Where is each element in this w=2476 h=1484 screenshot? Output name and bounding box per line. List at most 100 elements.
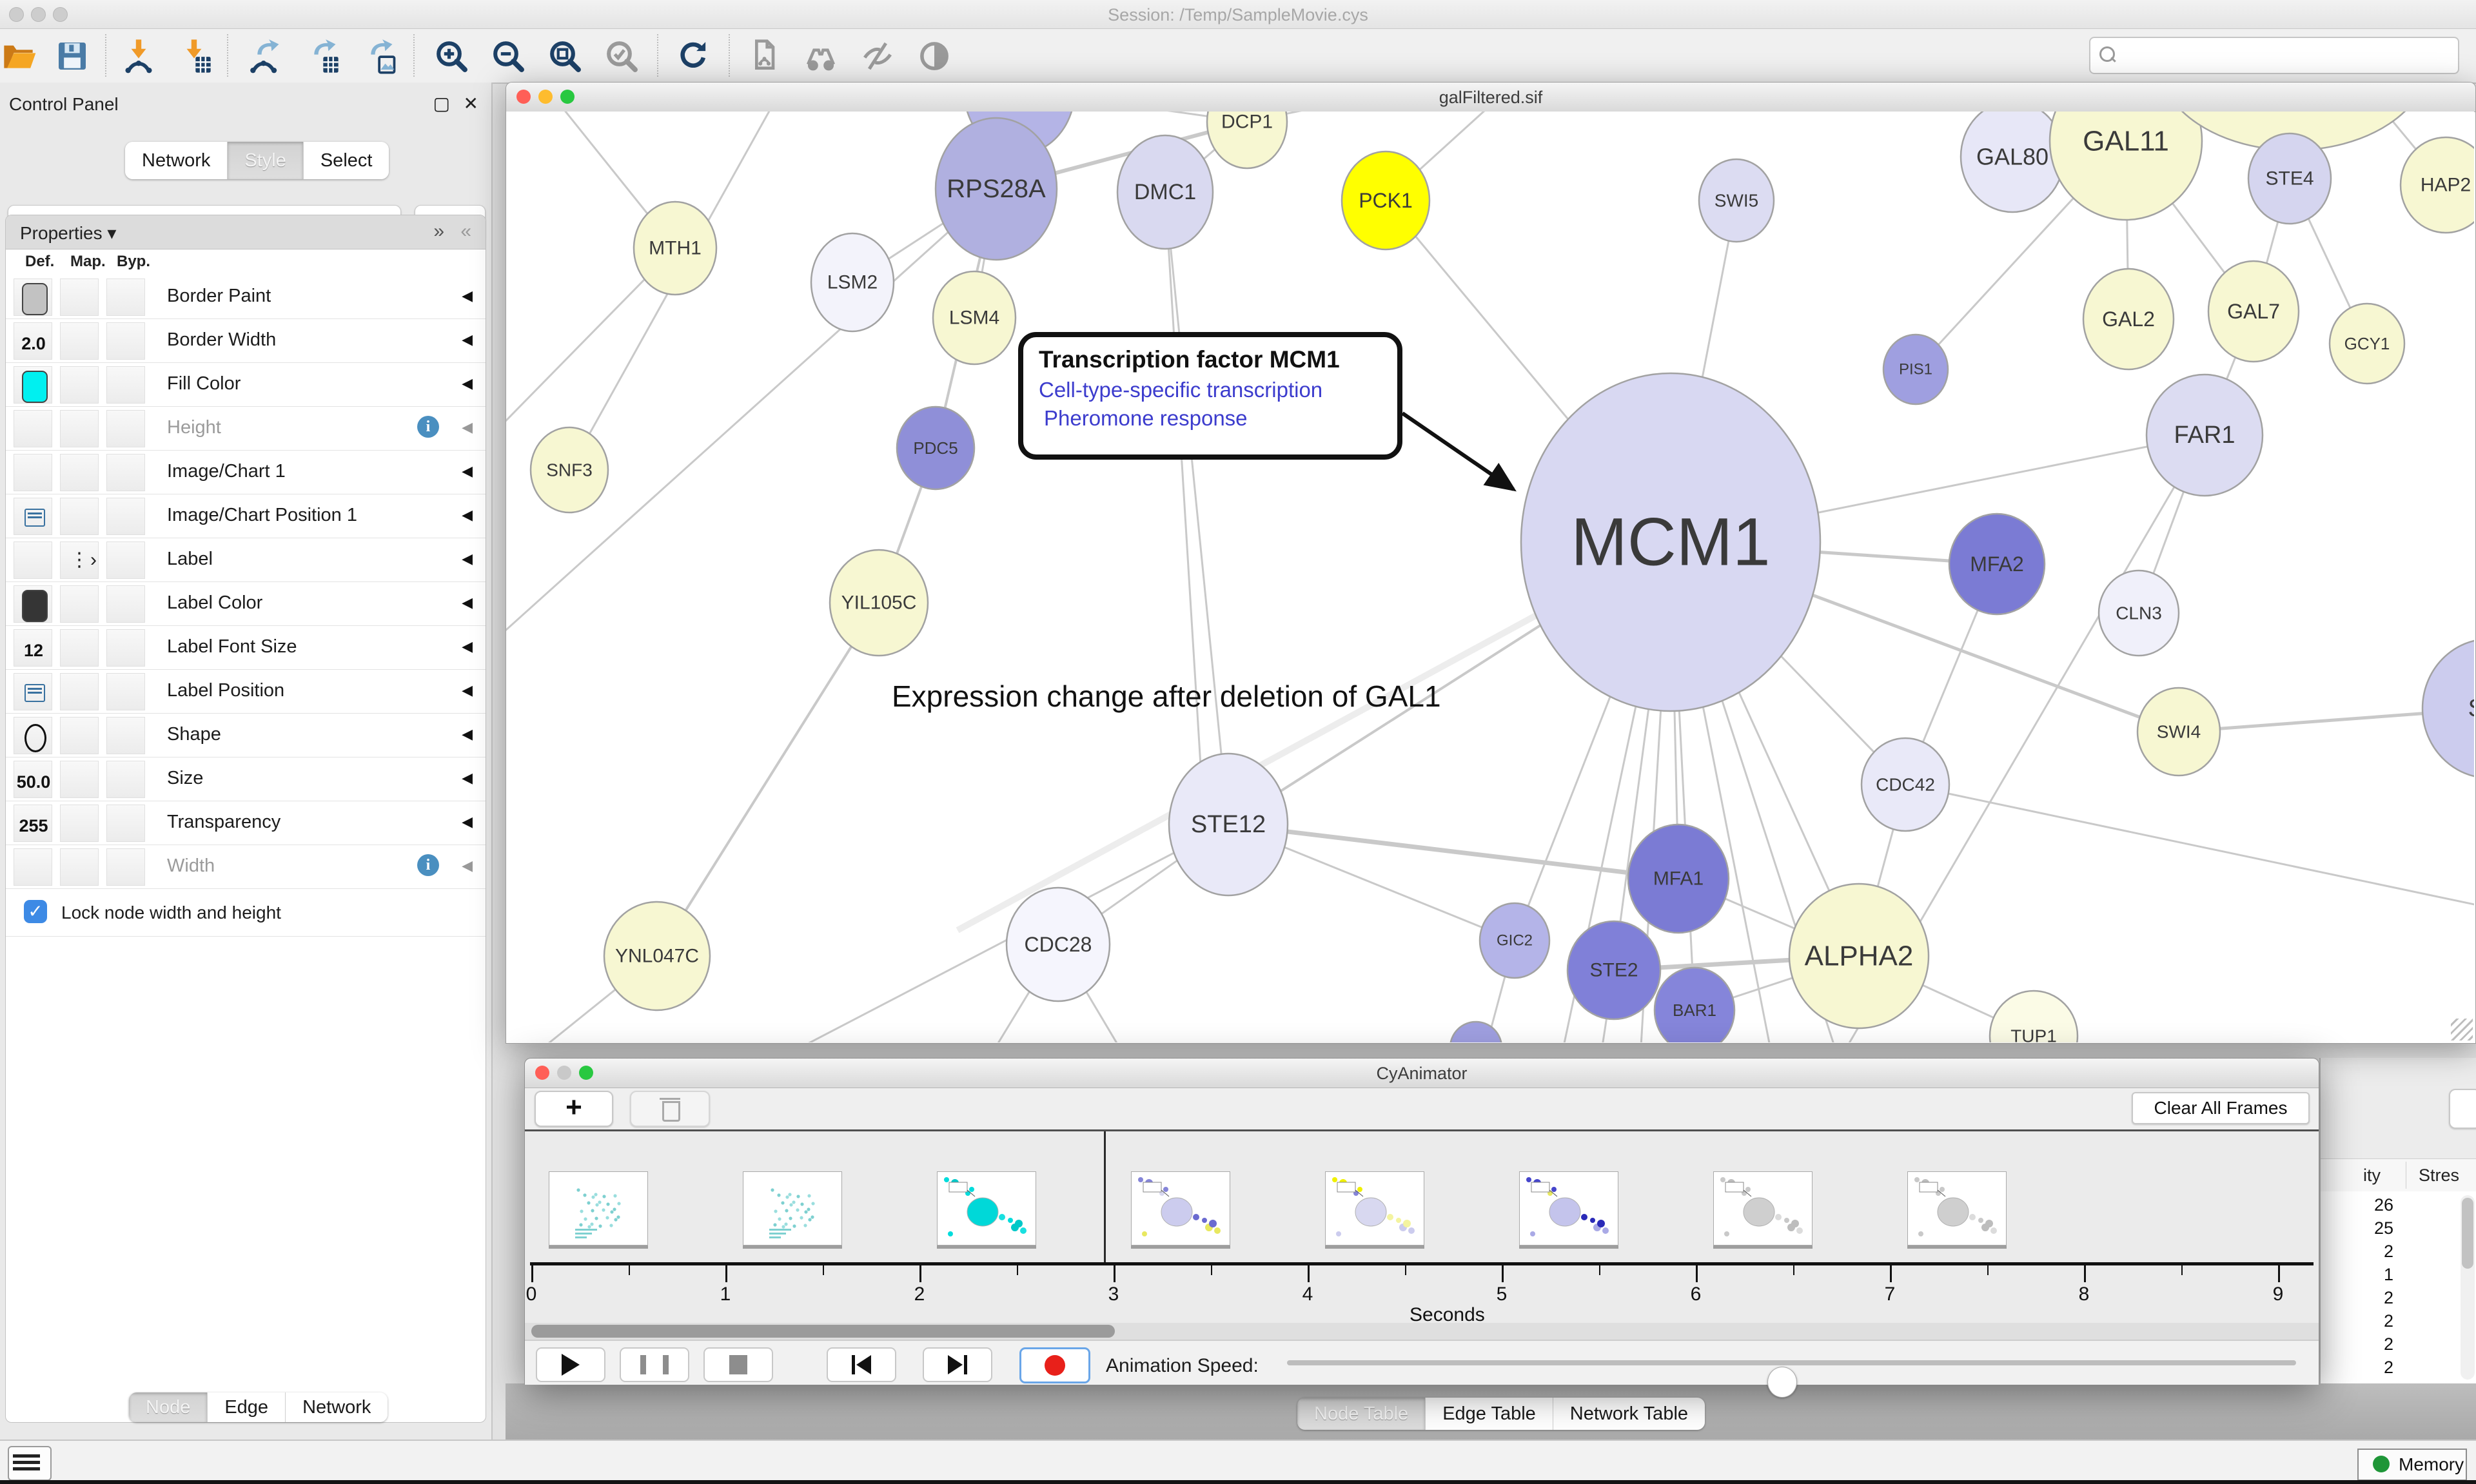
node-TUP1[interactable]: TUP1 [1990,991,2078,1042]
pause-button[interactable] [620,1347,689,1382]
frame-thumbnail-4s[interactable] [1325,1171,1424,1245]
bypass-cell[interactable] [106,848,145,886]
lock-dimensions-checkbox[interactable]: ✓ [24,900,47,923]
node-GAL2[interactable]: GAL2 [2083,269,2174,369]
node-PDC5[interactable]: PDC5 [897,407,974,489]
property-row-shape[interactable]: Shape◀ [6,713,486,757]
default-value[interactable]: 255 [14,816,53,836]
import-network-icon[interactable] [121,38,157,74]
frame-thumbnail-1s[interactable] [743,1171,842,1245]
collapse-arrow-icon[interactable]: ◀ [462,331,473,348]
info-icon[interactable]: i [417,416,439,438]
mapping-cell[interactable] [60,498,99,535]
bypass-cell[interactable] [106,629,145,667]
save-session-icon[interactable] [54,38,90,74]
mapping-cell[interactable] [60,805,99,842]
export-network-icon[interactable] [247,38,283,74]
node-STE4[interactable]: STE4 [2248,133,2331,224]
zoom-in-icon[interactable] [433,38,469,74]
property-row-transparency[interactable]: 255Transparency◀ [6,801,486,845]
resize-grip[interactable] [2451,1019,2473,1040]
property-row-size[interactable]: 50.0Size◀ [6,757,486,801]
show-all-icon[interactable] [916,38,952,74]
network-window-titlebar[interactable]: galFiltered.sif [506,83,2475,112]
collapse-arrow-icon[interactable]: ◀ [462,288,473,304]
delete-frame-button[interactable] [630,1091,710,1127]
property-row-width[interactable]: Widthi◀ [6,845,486,889]
mapping-cell[interactable] [60,410,99,447]
collapse-arrow-icon[interactable]: ◀ [462,770,473,786]
bypass-cell[interactable] [106,761,145,798]
expand-all-icon[interactable]: » [433,220,444,242]
copy-network-icon[interactable] [746,38,782,74]
property-row-border-paint[interactable]: Border Paint◀ [6,275,486,319]
export-image-icon[interactable] [360,38,397,74]
search-input[interactable] [2089,37,2459,74]
node-MCM1[interactable]: MCM1 [1521,373,1820,711]
animation-speed-thumb[interactable] [1767,1367,1797,1398]
properties-header[interactable]: Properties ▾ » « [6,215,486,249]
timeline-playhead[interactable] [1104,1131,1106,1262]
bypass-cell[interactable] [106,542,145,579]
mapping-cell[interactable] [60,629,99,667]
mapping-cell[interactable]: ⋮› [60,542,99,579]
collapse-arrow-icon[interactable]: ◀ [462,463,473,480]
property-row-height[interactable]: Heighti◀ [6,406,486,451]
default-cell[interactable] [14,454,52,491]
node-SLT2[interactable]: SLT [2422,639,2474,778]
zoom-fit-icon[interactable] [547,38,583,74]
frame-thumbnail-6s[interactable] [1713,1171,1813,1245]
property-row-border-width[interactable]: 2.0Border Width◀ [6,318,486,363]
bypass-cell[interactable] [106,278,145,316]
table-tab-node-table[interactable]: Node Table [1297,1398,1426,1430]
property-row-label-color[interactable]: Label Color◀ [6,581,486,626]
default-swatch[interactable] [22,283,48,315]
caption-annotation[interactable]: Expression change after deletion of GAL1 [892,679,1441,714]
default-cell[interactable] [14,717,52,754]
tab-select[interactable]: Select [304,142,389,179]
collapse-all-icon[interactable]: « [460,220,471,242]
import-table-icon[interactable] [176,38,212,74]
bypass-cell[interactable] [106,805,145,842]
timeline-scrollbar-thumb[interactable] [531,1325,1115,1338]
node-GAL80[interactable]: GAL80 [1961,112,2064,212]
cyanimator-titlebar[interactable]: CyAnimator [525,1059,2319,1088]
zoom-out-icon[interactable] [490,38,526,74]
node-CDC28[interactable]: CDC28 [1007,888,1110,1001]
collapse-arrow-icon[interactable]: ◀ [462,682,473,699]
bypass-cell[interactable] [106,454,145,491]
node-BAR1[interactable]: BAR1 [1655,968,1734,1042]
bypass-cell[interactable] [106,410,145,447]
node-SNF3[interactable]: SNF3 [531,427,608,513]
frame-thumbnail-2s[interactable] [937,1171,1036,1245]
collapse-arrow-icon[interactable]: ◀ [462,594,473,611]
mapping-cell[interactable] [60,848,99,886]
node-DCP1[interactable]: DCP1 [1207,112,1287,168]
open-session-icon[interactable] [3,38,39,74]
default-cell[interactable] [14,585,52,623]
node-YIL105C[interactable]: YIL105C [830,550,928,656]
bypass-cell[interactable] [106,585,145,623]
show-panels-button[interactable] [8,1446,52,1481]
info-icon[interactable]: i [417,854,439,876]
bypass-cell[interactable] [106,498,145,535]
table-scrollbar-thumb[interactable] [2462,1198,2473,1269]
collapse-arrow-icon[interactable]: ◀ [462,375,473,392]
style-tab-node[interactable]: Node [129,1392,208,1422]
bypass-cell[interactable] [106,673,145,710]
mapping-cell[interactable] [60,278,99,316]
clear-all-frames-button[interactable]: Clear All Frames [2132,1092,2310,1124]
collapse-arrow-icon[interactable]: ◀ [462,726,473,743]
frame-thumbnail-3s[interactable] [1131,1171,1230,1245]
play-button[interactable] [536,1347,605,1382]
node-SWI4[interactable]: SWI4 [2137,688,2220,776]
node-STE12[interactable]: STE12 [1169,754,1288,895]
mapping-cell[interactable] [60,717,99,754]
close-panel-icon[interactable]: ✕ [464,93,478,114]
node-DMC1[interactable]: DMC1 [1117,135,1213,249]
table-column-stress[interactable]: Stres [2419,1166,2459,1186]
mapping-cell[interactable] [60,585,99,623]
mapping-cell[interactable] [60,761,99,798]
default-swatch[interactable] [22,371,48,403]
bypass-cell[interactable] [106,717,145,754]
